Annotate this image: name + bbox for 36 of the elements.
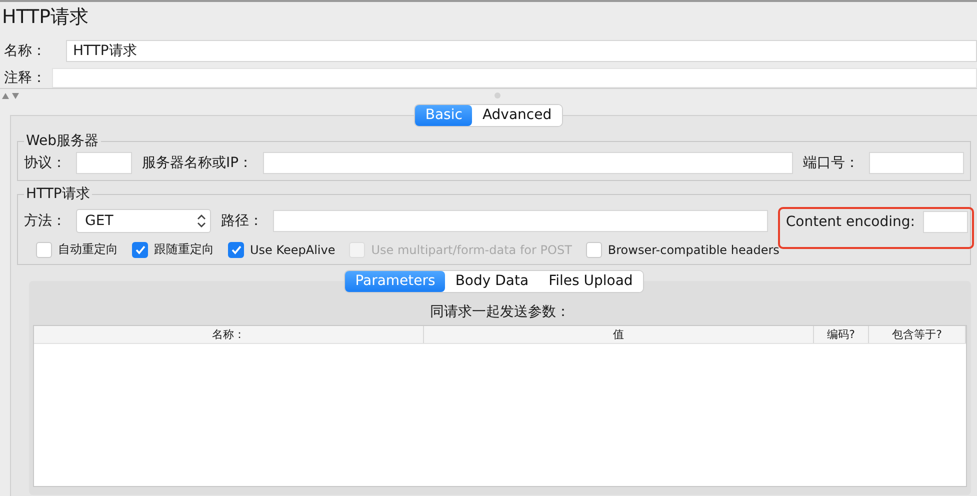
path-field[interactable] bbox=[273, 210, 768, 232]
encoding-field[interactable] bbox=[923, 211, 968, 233]
column-header: 名称： bbox=[34, 326, 424, 343]
checkbox[interactable] bbox=[586, 242, 602, 258]
up-down-chevron-icon bbox=[197, 214, 206, 228]
checkbox[interactable] bbox=[36, 242, 52, 258]
checkbox-label: 自动重定向 bbox=[58, 241, 118, 258]
column-header: 值 bbox=[424, 326, 814, 343]
column-header: 包含等于? bbox=[869, 326, 966, 343]
checkbox-label: Use KeepAlive bbox=[250, 242, 336, 256]
name-field[interactable]: HTTP请求 bbox=[66, 40, 977, 62]
collapse-expand-icon[interactable] bbox=[2, 92, 20, 98]
group-title: HTTP请求 bbox=[25, 185, 91, 203]
splitter-handle-icon[interactable] bbox=[494, 92, 501, 98]
field-label: 注释： bbox=[4, 69, 46, 87]
field-label: 方法： bbox=[24, 212, 66, 230]
field-label: 服务器名称或IP： bbox=[142, 154, 253, 172]
protocol-field[interactable] bbox=[76, 152, 132, 174]
column-header: 编码? bbox=[814, 326, 869, 343]
checkbox[interactable] bbox=[228, 242, 244, 258]
checkbox-label: 跟随重定向 bbox=[154, 241, 214, 258]
group-title: Web服务器 bbox=[25, 132, 100, 150]
checkbox-label: Browser-compatible headers bbox=[608, 242, 780, 256]
field-label: Content encoding: bbox=[786, 214, 915, 230]
field-label: 端口号： bbox=[803, 154, 859, 172]
panel-title: HTTP请求 bbox=[2, 5, 89, 30]
checkbox-label: Use multipart/form-data for POST bbox=[371, 242, 572, 256]
table-caption: 同请求一起发送参数： bbox=[430, 304, 570, 320]
field-label: 协议： bbox=[24, 154, 66, 172]
checkbox[interactable] bbox=[132, 242, 148, 258]
field-label: 路径： bbox=[221, 212, 263, 230]
comment-field[interactable] bbox=[52, 68, 977, 88]
port-field[interactable] bbox=[869, 152, 964, 174]
field-label: 名称： bbox=[4, 42, 46, 60]
method-dropdown[interactable]: GET bbox=[76, 209, 211, 233]
server-field[interactable] bbox=[262, 152, 793, 174]
